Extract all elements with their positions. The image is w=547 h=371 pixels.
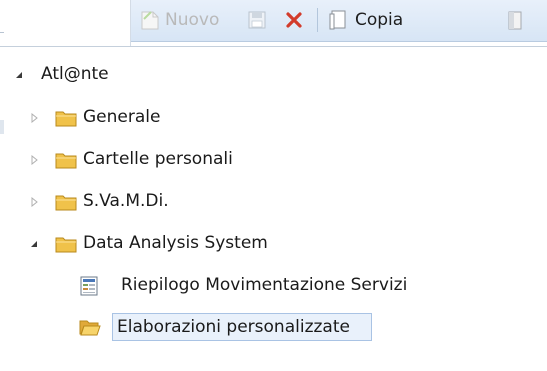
tree-item-data-analysis-system[interactable]: Data Analysis System <box>0 229 360 259</box>
copy-button-label: Copia <box>355 10 404 30</box>
top-left-panel <box>0 0 131 46</box>
tree-root-label: Atl@nte <box>41 64 109 84</box>
copy-icon <box>329 10 346 30</box>
panel-divider <box>0 32 4 33</box>
collapsed-arrow-icon[interactable] <box>29 197 39 207</box>
toolbar-separator <box>317 8 318 32</box>
tree-child-label: Riepilogo Movimentazione Servizi <box>121 275 408 295</box>
folder-icon <box>55 195 77 211</box>
save-button[interactable] <box>247 8 267 32</box>
collapsed-arrow-icon[interactable] <box>29 113 39 123</box>
tree-item-label: Generale <box>83 107 161 127</box>
toolbar: Nuovo Copia <box>131 0 547 42</box>
tree-item-cartelle-personali[interactable]: Cartelle personali <box>0 145 300 175</box>
expanded-arrow-icon[interactable] <box>29 239 39 249</box>
paste-icon <box>508 11 522 30</box>
tree-child-riepilogo[interactable]: Riepilogo Movimentazione Servizi <box>0 271 520 301</box>
top-strip: Nuovo Copia <box>0 0 547 46</box>
folder-icon <box>55 111 77 127</box>
collapsed-arrow-icon[interactable] <box>29 155 39 165</box>
copy-button[interactable]: Copia <box>329 8 403 32</box>
folder-icon <box>55 153 77 169</box>
new-document-icon <box>141 11 159 30</box>
tree-item-label: S.Va.M.Di. <box>83 191 169 211</box>
report-icon <box>80 276 98 296</box>
delete-button[interactable] <box>284 8 304 32</box>
tree-child-label: Elaborazioni personalizzate <box>117 317 350 337</box>
toolbar-bottom-border <box>0 46 547 47</box>
paste-button[interactable] <box>507 8 523 32</box>
delete-icon <box>286 12 302 28</box>
tree-view: Atl@nte Generale Cartelle personali S.Va… <box>0 48 547 371</box>
open-folder-icon <box>79 320 101 336</box>
tree-child-elaborazioni[interactable]: Elaborazioni personalizzate <box>0 312 380 342</box>
save-icon <box>248 11 266 29</box>
tree-item-label: Cartelle personali <box>83 149 233 169</box>
new-button[interactable]: Nuovo <box>139 8 219 32</box>
folder-icon <box>55 237 77 253</box>
new-button-label: Nuovo <box>165 10 220 30</box>
expanded-arrow-icon[interactable] <box>14 70 24 80</box>
tree-item-generale[interactable]: Generale <box>0 103 300 133</box>
tree-item-label: Data Analysis System <box>83 233 268 253</box>
tree-root[interactable]: Atl@nte <box>0 60 300 90</box>
tree-item-svamdi[interactable]: S.Va.M.Di. <box>0 187 300 217</box>
